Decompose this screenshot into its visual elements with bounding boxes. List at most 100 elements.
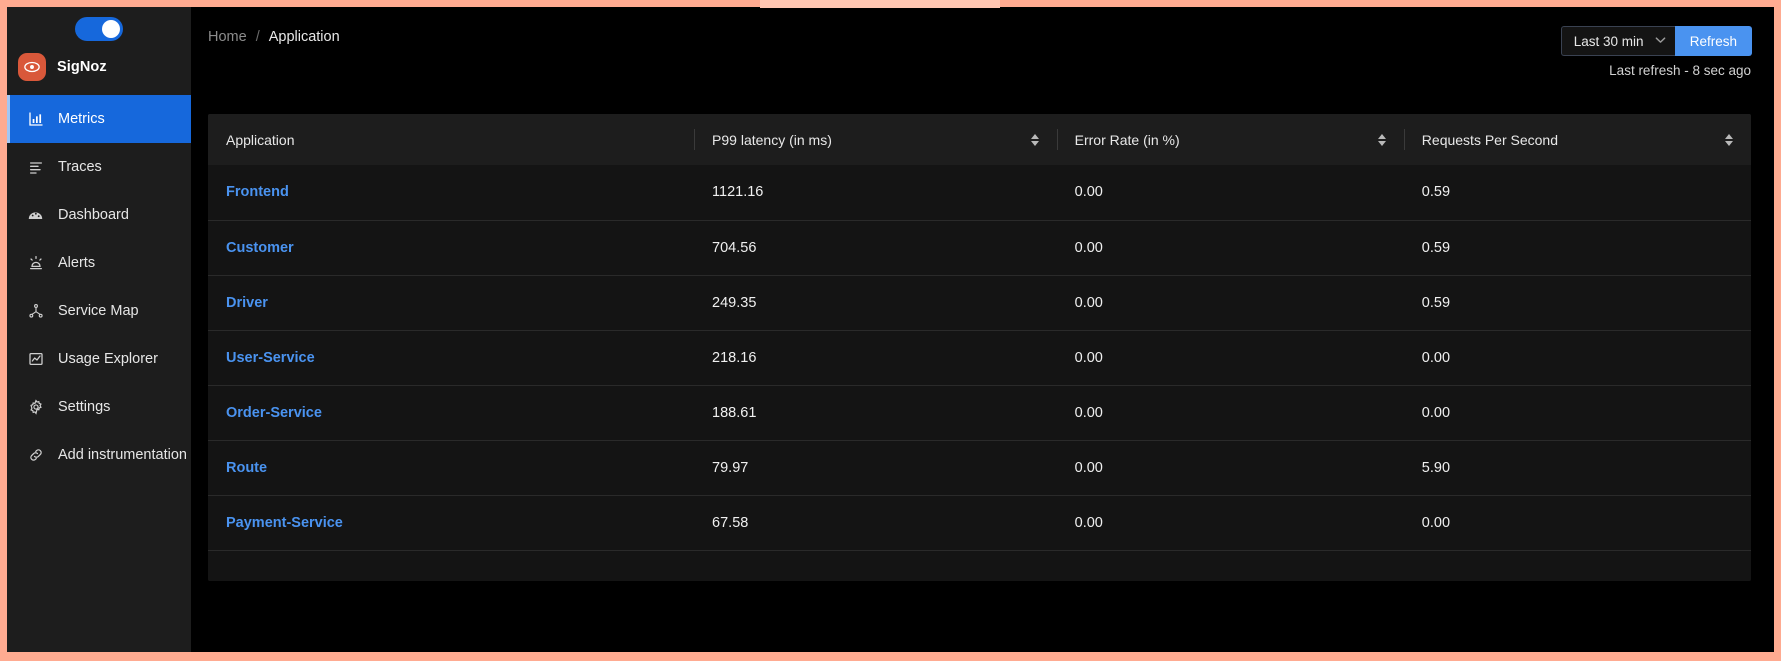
line-chart-icon — [27, 351, 44, 368]
refresh-button[interactable]: Refresh — [1674, 26, 1752, 56]
sidebar-item-alerts[interactable]: Alerts — [7, 239, 191, 287]
column-label: Requests Per Second — [1421, 131, 1558, 148]
last-refresh-status: Last refresh - 8 sec ago — [1609, 63, 1751, 78]
sidebar: SigNoz Metrics Traces Dashboard Alerts S… — [7, 7, 191, 652]
table-footer-spacer — [208, 550, 1751, 581]
cell-application: Customer — [208, 220, 695, 276]
table-body: Frontend 1121.16 0.00 0.59 Customer 704.… — [208, 165, 1751, 551]
sidebar-item-label: Settings — [58, 399, 111, 415]
browser-viewport: SigNoz Metrics Traces Dashboard Alerts S… — [0, 0, 1781, 661]
service-link[interactable]: Route — [226, 460, 267, 476]
applications-table-container: Application P99 latency (in ms) Error Ra… — [208, 114, 1751, 581]
service-link[interactable]: Frontend — [226, 184, 289, 200]
time-and-refresh-group: Last 30 min Refresh — [1560, 26, 1752, 56]
cell-application: Frontend — [208, 165, 695, 221]
cell-error-rate: 0.00 — [1056, 220, 1404, 276]
sidebar-item-label: Service Map — [58, 303, 139, 319]
window-top-notch — [760, 0, 1000, 8]
list-lines-icon — [27, 159, 44, 176]
cell-p99-latency: 1121.16 — [694, 165, 1057, 221]
table-row: Customer 704.56 0.00 0.59 — [208, 220, 1751, 276]
sort-toggle-icon[interactable] — [1725, 133, 1733, 146]
time-range-select[interactable]: Last 30 min — [1560, 26, 1675, 56]
cell-requests-per-second: 0.00 — [1403, 495, 1751, 551]
breadcrumb-home[interactable]: Home — [208, 29, 247, 45]
breadcrumb: Home / Application — [208, 26, 340, 45]
cell-p99-latency: 218.16 — [694, 330, 1057, 386]
eye-icon — [18, 53, 46, 81]
service-link[interactable]: Payment-Service — [226, 515, 343, 531]
cell-requests-per-second: 0.00 — [1403, 330, 1751, 386]
cell-p99-latency: 79.97 — [694, 440, 1057, 496]
cell-p99-latency: 188.61 — [694, 385, 1057, 441]
service-link[interactable]: Customer — [226, 240, 294, 256]
column-label: Error Rate (in %) — [1074, 131, 1180, 148]
sidebar-item-label: Metrics — [58, 111, 105, 127]
cell-p99-latency: 67.58 — [694, 495, 1057, 551]
service-link[interactable]: Order-Service — [226, 405, 322, 421]
time-range-value: Last 30 min — [1573, 33, 1644, 49]
breadcrumb-separator: / — [255, 29, 260, 45]
sidebar-item-metrics[interactable]: Metrics — [7, 95, 191, 143]
gauge-icon — [27, 207, 44, 224]
column-header-requests-per-second[interactable]: Requests Per Second — [1403, 114, 1751, 165]
column-label: Application — [226, 131, 295, 148]
chevron-down-icon — [1655, 35, 1666, 47]
link-chain-icon — [27, 447, 44, 464]
column-header-p99-latency[interactable]: P99 latency (in ms) — [694, 114, 1057, 165]
table-header: Application P99 latency (in ms) Error Ra… — [208, 114, 1751, 165]
bar-chart-icon — [27, 111, 44, 128]
dark-mode-toggle[interactable] — [75, 17, 123, 41]
node-graph-icon — [27, 303, 44, 320]
table-row: Driver 249.35 0.00 0.59 — [208, 275, 1751, 331]
gear-icon — [27, 399, 44, 416]
cell-requests-per-second: 0.00 — [1403, 385, 1751, 441]
signoz-application: SigNoz Metrics Traces Dashboard Alerts S… — [7, 7, 1774, 652]
top-bar: Home / Application Last 30 min Refresh L… — [191, 7, 1774, 89]
column-header-error-rate[interactable]: Error Rate (in %) — [1056, 114, 1404, 165]
table-row: Frontend 1121.16 0.00 0.59 — [208, 165, 1751, 221]
sidebar-item-label: Add instrumentation — [58, 447, 187, 463]
theme-toggle-row — [7, 7, 191, 43]
brand-logo-block[interactable]: SigNoz — [7, 43, 191, 95]
sidebar-item-settings[interactable]: Settings — [7, 383, 191, 431]
sidebar-item-usage-explorer[interactable]: Usage Explorer — [7, 335, 191, 383]
cell-application: User-Service — [208, 330, 695, 386]
sort-toggle-icon[interactable] — [1377, 133, 1386, 146]
toggle-knob — [102, 20, 120, 38]
column-header-application[interactable]: Application — [208, 114, 695, 165]
sidebar-item-service-map[interactable]: Service Map — [7, 287, 191, 335]
table-row: Payment-Service 67.58 0.00 0.00 — [208, 495, 1751, 551]
cell-requests-per-second: 0.59 — [1403, 165, 1751, 221]
service-link[interactable]: Driver — [226, 295, 268, 311]
cell-error-rate: 0.00 — [1056, 330, 1404, 386]
sidebar-item-label: Alerts — [58, 255, 96, 271]
cell-error-rate: 0.00 — [1056, 275, 1404, 331]
service-link[interactable]: User-Service — [226, 350, 315, 366]
cell-error-rate: 0.00 — [1056, 495, 1404, 551]
sidebar-item-traces[interactable]: Traces — [7, 143, 191, 191]
column-label: P99 latency (in ms) — [712, 131, 832, 148]
sidebar-nav: Metrics Traces Dashboard Alerts Service … — [7, 95, 191, 479]
top-bar-controls: Last 30 min Refresh Last refresh - 8 sec… — [1560, 26, 1752, 78]
cell-application: Payment-Service — [208, 495, 695, 551]
cell-p99-latency: 704.56 — [694, 220, 1057, 276]
breadcrumb-current: Application — [268, 29, 340, 45]
table-header-row: Application P99 latency (in ms) Error Ra… — [208, 114, 1751, 165]
sidebar-item-label: Dashboard — [58, 207, 129, 223]
sort-toggle-icon[interactable] — [1030, 133, 1039, 146]
cell-application: Order-Service — [208, 385, 695, 441]
table-row: Order-Service 188.61 0.00 0.00 — [208, 385, 1751, 441]
cell-requests-per-second: 0.59 — [1403, 220, 1751, 276]
applications-table: Application P99 latency (in ms) Error Ra… — [208, 114, 1751, 551]
cell-error-rate: 0.00 — [1056, 440, 1404, 496]
alarm-light-icon — [27, 255, 44, 272]
cell-application: Driver — [208, 275, 695, 331]
cell-p99-latency: 249.35 — [694, 275, 1057, 331]
sidebar-item-add-instrumentation[interactable]: Add instrumentation — [7, 431, 191, 479]
cell-error-rate: 0.00 — [1056, 385, 1404, 441]
cell-error-rate: 0.00 — [1056, 165, 1404, 221]
table-row: Route 79.97 0.00 5.90 — [208, 440, 1751, 496]
sidebar-item-dashboard[interactable]: Dashboard — [7, 191, 191, 239]
brand-name: SigNoz — [57, 59, 107, 75]
